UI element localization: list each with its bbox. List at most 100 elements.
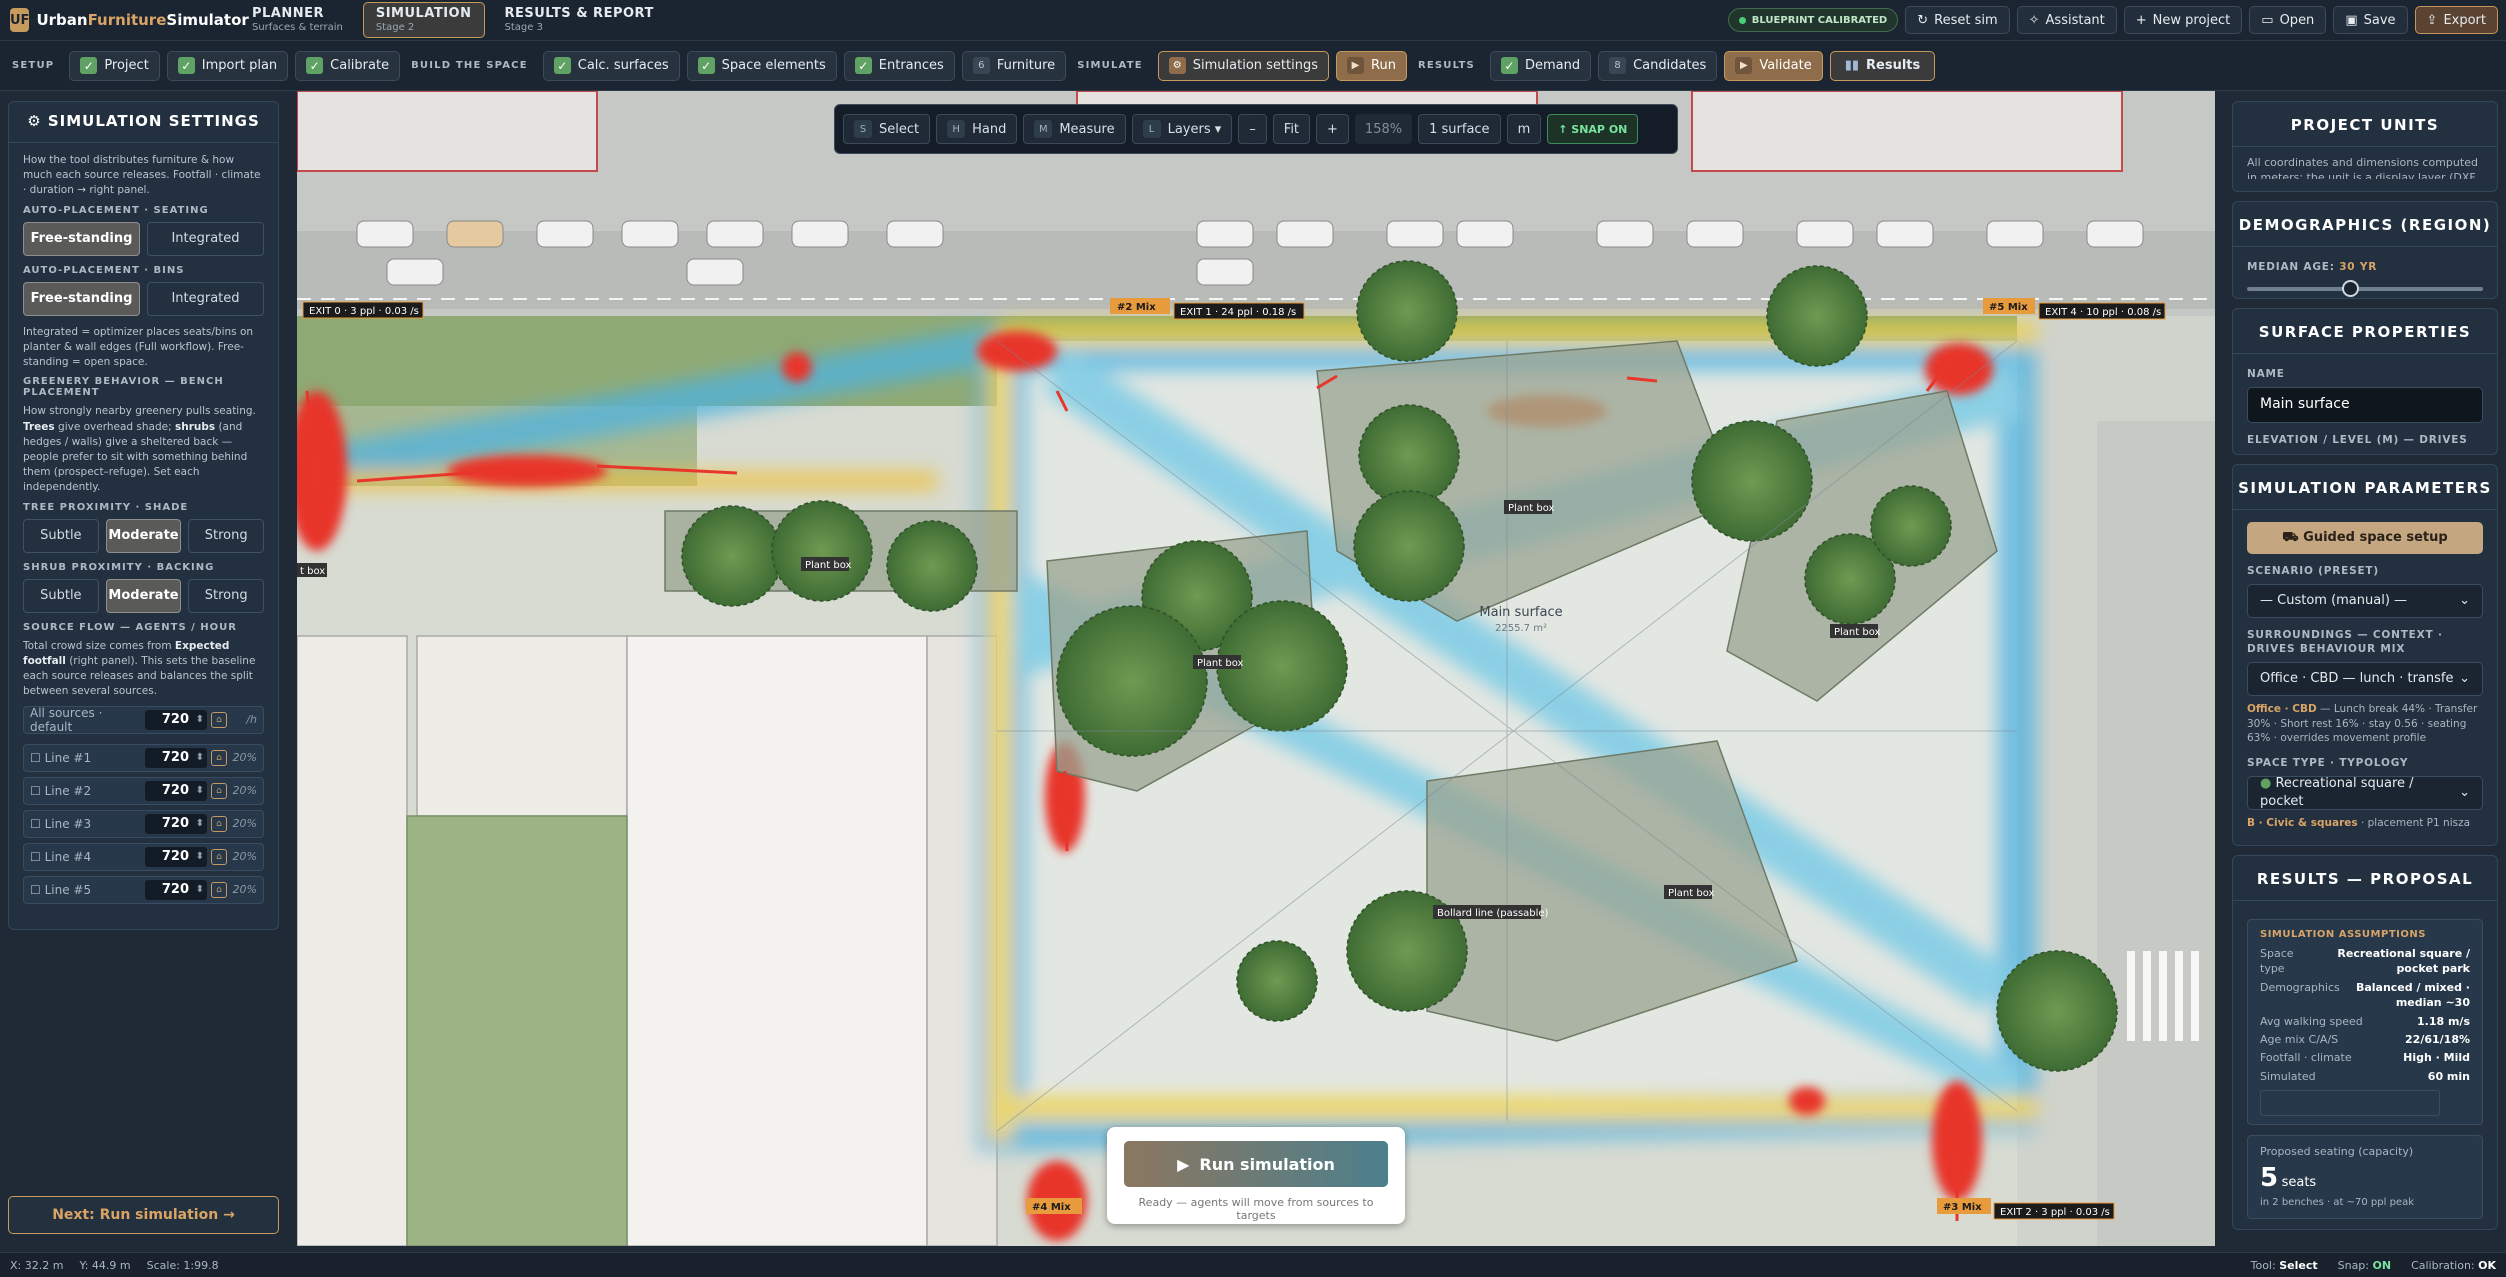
step-candidates[interactable]: 8 Candidates [1598,50,1718,81]
units-description: All coordinates and dimensions computed … [2247,156,2478,179]
assistant-button[interactable]: ✧ Assistant [2016,6,2117,34]
source-line-input[interactable]: 720 [145,846,207,867]
card-title: DEMOGRAPHICS (REGION) [2233,202,2497,247]
logo-badge: UF [10,8,30,32]
step-furniture[interactable]: 6 Furniture [961,50,1067,81]
layers-dropdown[interactable]: L Layers ▾ [1131,114,1233,144]
bins-free-standing[interactable]: Free-standing [23,281,140,316]
shrub-proximity-label: SHRUB PROXIMITY · BACKING [23,561,215,573]
step-import-plan[interactable]: ✓ Import plan [166,50,289,81]
app-logo[interactable]: UF UrbanFurnitureSimulator [10,8,249,32]
reset-icon: ↻ [1917,12,1929,28]
play-icon: ▶ [1347,57,1365,74]
map-label-mix3: #3 Mix [1943,1202,1982,1213]
map-label-area: 2255.7 m² [1495,623,1547,634]
all-sources-input[interactable]: 720 [145,709,207,730]
step-calc-surfaces[interactable]: ✓ Calc. surfaces [542,50,680,81]
export-button[interactable]: ⇪ Export [2414,6,2498,34]
zoom-fit-button[interactable]: Fit [1272,114,1311,144]
tree-subtle[interactable]: Subtle [23,518,99,553]
seating-integrated[interactable]: Integrated [147,221,264,256]
source-line-input[interactable]: 720 [145,747,207,768]
space-type-label: SPACE TYPE · TYPOLOGY [2247,757,2409,770]
source-line-input[interactable]: 720 [145,879,207,900]
bins-toggle: Free-standing Integrated [23,281,264,316]
lock-icon[interactable]: ⌂ [211,848,227,865]
export-icon: ⇪ [2426,12,2438,28]
map-label-leftbox: t box [300,566,325,577]
lock-icon[interactable]: ⌂ [211,881,227,898]
step-space-elements[interactable]: ✓ Space elements [686,50,837,81]
shrub-subtle[interactable]: Subtle [23,578,99,613]
save-button[interactable]: ▣ Save [2333,6,2408,34]
tree-moderate[interactable]: Moderate [105,518,182,553]
seating-label: AUTO-PLACEMENT · SEATING [23,204,209,216]
elevation-label: ELEVATION / LEVEL (M) — DRIVES STAIRS & … [2247,433,2468,446]
zoom-in-button[interactable]: + [1316,114,1349,144]
tree-proximity-label: TREE PROXIMITY · SHADE [23,501,189,513]
notes-input[interactable] [2260,1090,2440,1117]
hand-tool[interactable]: H Hand [936,114,1018,144]
bins-integrated[interactable]: Integrated [147,281,264,316]
source-line-row: ☐ Line #5720⌂20% [23,875,264,904]
slider-handle[interactable] [2342,279,2359,297]
step-simulation-settings[interactable]: ⚙ Simulation settings [1157,50,1330,81]
workflow-bar: SETUP ✓ Project ✓ Import plan ✓ Calibrate B… [0,41,2506,91]
map-label-main-surface: Main surface [1479,605,1562,620]
run-simulation-button[interactable]: ▶ Run simulation [1124,1141,1388,1187]
source-line-row: ☐ Line #2720⌂20% [23,776,264,805]
folder-icon: ▭ [2261,12,2274,28]
tree-strong[interactable]: Strong [188,518,265,553]
stage-simulation[interactable]: SIMULATION Stage 2 [362,2,485,38]
seating-free-standing[interactable]: Free-standing [23,221,140,256]
measure-tool[interactable]: M Measure [1023,114,1126,144]
lock-icon[interactable]: ⌂ [211,815,227,832]
map-label-exit2: EXIT 2 · 3 ppl · 0.03 /s [2000,1207,2110,1218]
guided-setup-button[interactable]: ⛟ Guided space setup [2247,522,2483,554]
surface-properties-card: SURFACE PROPERTIES NAME Main surface ELE… [2232,308,2498,455]
surroundings-select[interactable]: Office · CBD — lunch · transfe ⌄ [2247,662,2483,697]
source-line-input[interactable]: 720 [145,780,207,801]
surface-count[interactable]: 1 surface [1418,114,1501,144]
select-tool[interactable]: S Select [843,114,931,144]
section-label-setup: SETUP [12,60,55,71]
calibrated-badge: BLUEPRINT CALIBRATED [1727,8,1899,32]
unit-toggle[interactable]: m [1506,114,1542,144]
site-plan-map[interactable]: EXIT 0 · 3 ppl · 0.03 /s #2 Mix EXIT 1 ·… [297,91,2215,1246]
lot [626,635,928,1246]
step-results[interactable]: ▮▮ Results [1829,50,1936,81]
panel-title: ⚙ SIMULATION SETTINGS [9,112,278,143]
snap-toggle[interactable]: ↑ SNAP ON [1547,114,1639,144]
step-run[interactable]: ▶ Run [1336,50,1407,81]
surface-name-input[interactable]: Main surface [2247,386,2483,423]
lock-icon[interactable]: ⌂ [211,749,227,766]
placement-note: Integrated = optimizer places seats/bins… [23,325,254,369]
lock-icon[interactable]: ⌂ [211,782,227,799]
step-entrances[interactable]: ✓ Entrances [843,50,955,81]
source-line-input[interactable]: 720 [145,813,207,834]
step-calibrate[interactable]: ✓ Calibrate [295,50,401,81]
shrub-strong[interactable]: Strong [188,578,265,613]
reset-sim-button[interactable]: ↻ Reset sim [1905,6,2010,34]
space-type-select[interactable]: ● Recreational square / pocket ⌄ [2247,776,2483,810]
map-label-mix5: #5 Mix [1989,302,2028,313]
map-label-bollard: Bollard line (passable) [1437,908,1549,919]
play-icon: ▶ [1735,57,1753,74]
map-canvas[interactable]: EXIT 0 · 3 ppl · 0.03 /s #2 Mix EXIT 1 ·… [297,91,2215,1246]
median-age-slider[interactable] [2247,279,2483,297]
step-number: 8 [1609,57,1627,74]
new-project-button[interactable]: + New project [2123,6,2243,34]
save-icon: ▣ [2345,12,2358,28]
step-demand[interactable]: ✓ Demand [1489,50,1592,81]
step-validate[interactable]: ▶ Validate [1724,50,1823,81]
step-project[interactable]: ✓ Project [69,50,160,81]
lock-icon[interactable]: ⌂ [211,711,227,728]
scenario-select[interactable]: — Custom (manual) — ⌄ [2247,583,2483,618]
shrub-moderate[interactable]: Moderate [105,578,182,613]
stage-planner[interactable]: PLANNER Surfaces & terrain [240,2,355,38]
stage-results-report[interactable]: RESULTS & REPORT Stage 3 [493,2,666,38]
next-run-simulation-button[interactable]: Next: Run simulation → [8,1196,279,1234]
zoom-out-button[interactable]: – [1238,114,1267,144]
open-button[interactable]: ▭ Open [2249,6,2327,34]
simulation-parameters-card: SIMULATION PARAMETERS ⛟ Guided space set… [2232,464,2498,846]
